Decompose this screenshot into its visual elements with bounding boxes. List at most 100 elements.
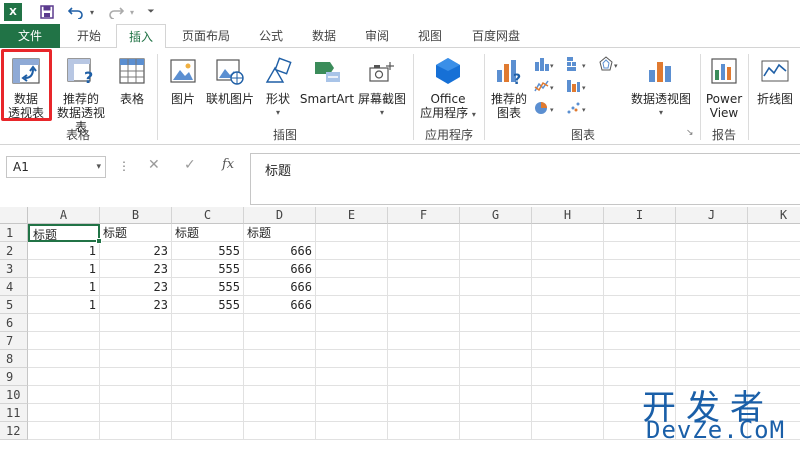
- formula-input[interactable]: 标题: [250, 153, 800, 205]
- cell-H1[interactable]: [532, 224, 604, 242]
- cell-E9[interactable]: [316, 368, 388, 386]
- cell-B7[interactable]: [100, 332, 172, 350]
- cell-D9[interactable]: [244, 368, 316, 386]
- fill-handle[interactable]: [96, 238, 102, 244]
- cell-H12[interactable]: [532, 422, 604, 440]
- cell-K3[interactable]: [748, 260, 800, 278]
- cell-B10[interactable]: [100, 386, 172, 404]
- cell-H5[interactable]: [532, 296, 604, 314]
- redo-dropdown-icon[interactable]: ▾: [126, 2, 138, 22]
- cell-H7[interactable]: [532, 332, 604, 350]
- cell-B3[interactable]: 23: [100, 260, 172, 278]
- cell-F9[interactable]: [388, 368, 460, 386]
- cell-B9[interactable]: [100, 368, 172, 386]
- cell-K1[interactable]: [748, 224, 800, 242]
- table-button[interactable]: 表格: [114, 56, 150, 106]
- cell-H2[interactable]: [532, 242, 604, 260]
- tab-view[interactable]: 视图: [404, 24, 456, 48]
- cancel-icon[interactable]: ✕: [148, 157, 160, 173]
- cell-D4[interactable]: 666: [244, 278, 316, 296]
- cell-A6[interactable]: [28, 314, 100, 332]
- column-header[interactable]: E: [316, 207, 388, 224]
- row-header[interactable]: 1: [0, 224, 28, 242]
- cell-A11[interactable]: [28, 404, 100, 422]
- enter-icon[interactable]: ✓: [184, 157, 196, 173]
- cell-F7[interactable]: [388, 332, 460, 350]
- name-box[interactable]: A1 ▾: [6, 156, 106, 178]
- cell-C7[interactable]: [172, 332, 244, 350]
- cell-E5[interactable]: [316, 296, 388, 314]
- cell-E10[interactable]: [316, 386, 388, 404]
- cell-J6[interactable]: [676, 314, 748, 332]
- scatter-chart-icon[interactable]: ▾: [566, 100, 588, 116]
- cell-E7[interactable]: [316, 332, 388, 350]
- bar-chart-icon[interactable]: ▾: [566, 78, 588, 94]
- row-header[interactable]: 7: [0, 332, 28, 350]
- tab-baidu-netdisk[interactable]: 百度网盘: [458, 24, 534, 48]
- save-icon[interactable]: [38, 2, 56, 22]
- picture-button[interactable]: 图片: [164, 56, 202, 106]
- radar-chart-icon[interactable]: ▾: [598, 56, 620, 72]
- undo-icon[interactable]: [66, 2, 86, 22]
- cell-H4[interactable]: [532, 278, 604, 296]
- cell-D3[interactable]: 666: [244, 260, 316, 278]
- row-header[interactable]: 4: [0, 278, 28, 296]
- cell-D12[interactable]: [244, 422, 316, 440]
- cell-F11[interactable]: [388, 404, 460, 422]
- online-picture-button[interactable]: 联机图片: [202, 56, 258, 106]
- column-header[interactable]: A: [28, 207, 100, 224]
- cell-I2[interactable]: [604, 242, 676, 260]
- cell-E6[interactable]: [316, 314, 388, 332]
- cell-I5[interactable]: [604, 296, 676, 314]
- cell-K4[interactable]: [748, 278, 800, 296]
- cell-J5[interactable]: [676, 296, 748, 314]
- cell-K5[interactable]: [748, 296, 800, 314]
- cell-A8[interactable]: [28, 350, 100, 368]
- cell-J4[interactable]: [676, 278, 748, 296]
- row-header[interactable]: 12: [0, 422, 28, 440]
- column-header[interactable]: J: [676, 207, 748, 224]
- cell-I6[interactable]: [604, 314, 676, 332]
- line-chart-icon[interactable]: ▾: [534, 78, 556, 94]
- cell-J2[interactable]: [676, 242, 748, 260]
- column-header[interactable]: C: [172, 207, 244, 224]
- cell-C5[interactable]: 555: [172, 296, 244, 314]
- cell-F8[interactable]: [388, 350, 460, 368]
- row-header[interactable]: 2: [0, 242, 28, 260]
- column-header[interactable]: F: [388, 207, 460, 224]
- cell-C8[interactable]: [172, 350, 244, 368]
- cell-G1[interactable]: [460, 224, 532, 242]
- cell-F2[interactable]: [388, 242, 460, 260]
- cell-K2[interactable]: [748, 242, 800, 260]
- redo-icon[interactable]: [106, 2, 126, 22]
- cell-C12[interactable]: [172, 422, 244, 440]
- cell-K7[interactable]: [748, 332, 800, 350]
- cell-J1[interactable]: [676, 224, 748, 242]
- select-all-corner[interactable]: [0, 207, 28, 224]
- cell-H11[interactable]: [532, 404, 604, 422]
- cell-G4[interactable]: [460, 278, 532, 296]
- column-chart-icon[interactable]: ▾: [534, 56, 556, 72]
- cell-J3[interactable]: [676, 260, 748, 278]
- cell-G12[interactable]: [460, 422, 532, 440]
- cell-D7[interactable]: [244, 332, 316, 350]
- cell-A5[interactable]: 1: [28, 296, 100, 314]
- cell-C3[interactable]: 555: [172, 260, 244, 278]
- column-header[interactable]: G: [460, 207, 532, 224]
- insert-function-icon[interactable]: fx: [222, 157, 234, 172]
- tab-formulas[interactable]: 公式: [246, 24, 296, 48]
- cell-I3[interactable]: [604, 260, 676, 278]
- cell-E12[interactable]: [316, 422, 388, 440]
- cell-G3[interactable]: [460, 260, 532, 278]
- cell-F12[interactable]: [388, 422, 460, 440]
- shapes-button[interactable]: 形状 ▾: [260, 56, 296, 120]
- cell-B2[interactable]: 23: [100, 242, 172, 260]
- tab-data[interactable]: 数据: [298, 24, 350, 48]
- row-header[interactable]: 11: [0, 404, 28, 422]
- cell-C11[interactable]: [172, 404, 244, 422]
- cell-E1[interactable]: [316, 224, 388, 242]
- pie-chart-icon[interactable]: ▾: [534, 100, 556, 116]
- cell-A9[interactable]: [28, 368, 100, 386]
- cell-G11[interactable]: [460, 404, 532, 422]
- customize-qat-icon[interactable]: ⏷: [144, 2, 158, 22]
